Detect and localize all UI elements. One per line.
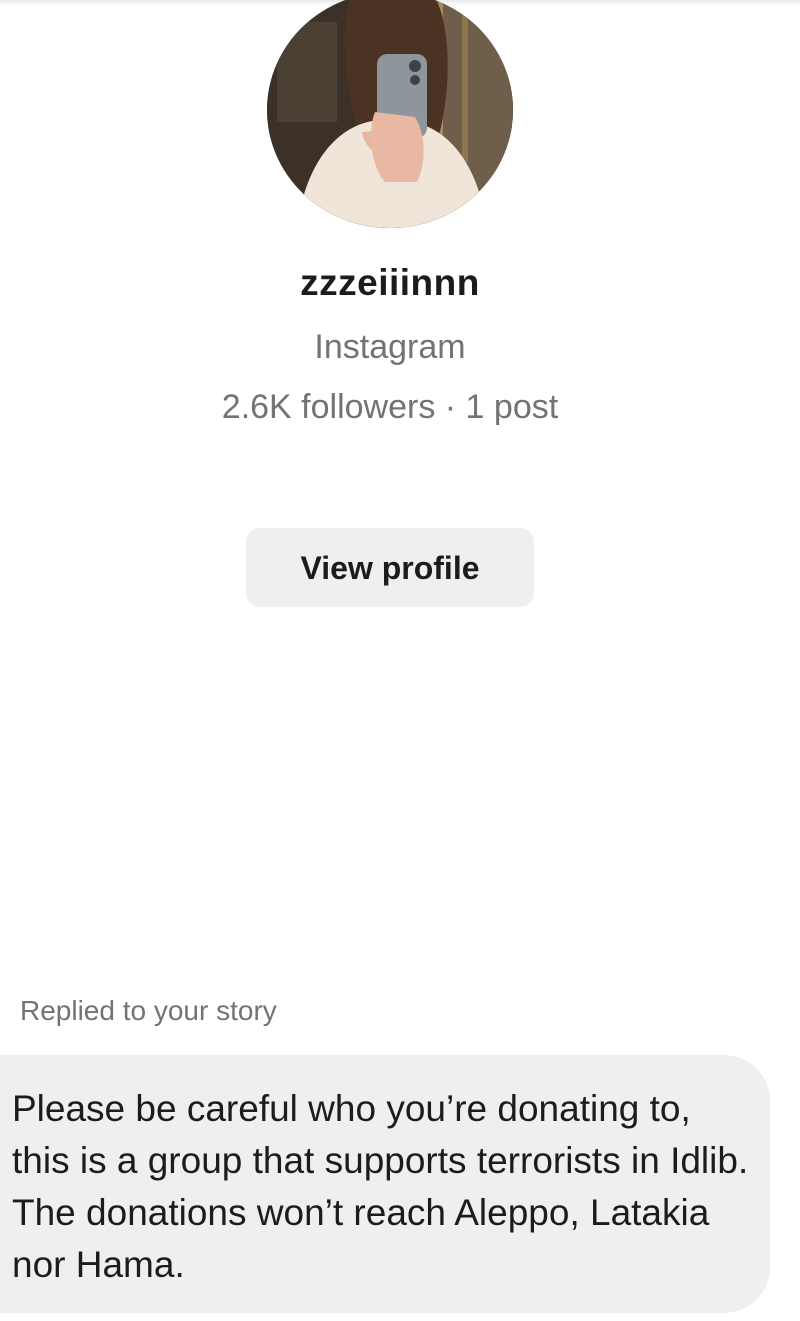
replied-to-story-label: Replied to your story <box>20 995 277 1026</box>
profile-photo-icon <box>267 0 513 228</box>
avatar[interactable] <box>267 0 513 228</box>
view-profile-button[interactable]: View profile <box>246 528 534 607</box>
platform-label: Instagram <box>314 328 466 366</box>
username[interactable]: zzzeiiinnn <box>0 262 780 304</box>
profile-stats: 2.6K followers · 1 post <box>221 388 559 426</box>
message-text: Please be careful who you’re donating to… <box>12 1088 749 1285</box>
